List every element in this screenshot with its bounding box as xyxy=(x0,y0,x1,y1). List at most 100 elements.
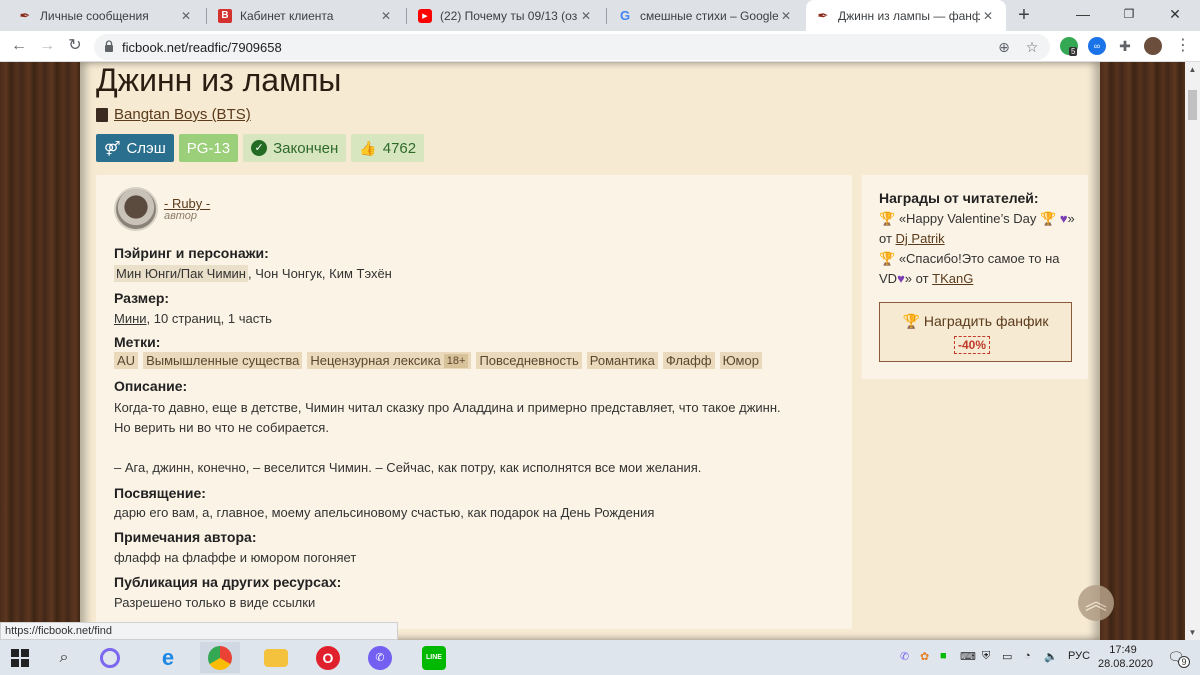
search-icon[interactable]: ⌕ xyxy=(44,642,84,673)
author-avatar[interactable] xyxy=(114,187,158,231)
notification-count: 9 xyxy=(1178,656,1190,668)
opera-icon[interactable]: O xyxy=(308,642,348,673)
scroll-up-arrow-icon[interactable]: ▲ xyxy=(1185,62,1200,77)
direction-label: Слэш xyxy=(126,139,166,157)
tab-title: смешные стихи – Google Пои xyxy=(640,8,778,23)
tab-messages[interactable]: ✒ Личные сообщения ✕ xyxy=(8,0,204,31)
dedication-heading: Посвящение: xyxy=(114,485,206,501)
fandom-link[interactable]: Bangtan Boys (BTS) xyxy=(114,106,251,123)
tag[interactable]: Повседневность xyxy=(476,352,582,369)
award-item: 🏆 «Спасибо!Это самое то на VD♥» от TKanG xyxy=(879,249,1079,289)
fic-info-card: - Ruby - автор Пэйринг и персонажи: Мин … xyxy=(96,175,852,629)
viber-tray-icon[interactable]: ✆ xyxy=(900,650,909,663)
action-center-icon[interactable]: 🗨 9 xyxy=(1156,642,1196,673)
security-tray-icon[interactable]: ⛨ xyxy=(982,650,990,663)
cortana-icon[interactable] xyxy=(90,642,130,673)
reload-icon[interactable]: ↻ xyxy=(64,35,86,57)
keyboard-tray-icon[interactable]: ⌨ xyxy=(960,650,976,663)
system-clock[interactable]: 17:49 28.08.2020 xyxy=(1098,643,1153,671)
close-icon[interactable]: ✕ xyxy=(378,9,394,23)
close-icon[interactable]: ✕ xyxy=(980,9,996,23)
scrollbar-thumb[interactable] xyxy=(1188,90,1197,120)
close-icon[interactable]: ✕ xyxy=(778,9,794,23)
clock-time: 17:49 xyxy=(1109,644,1137,656)
tag[interactable]: Флафф xyxy=(662,352,715,369)
award-emoji-icon: 🏆 xyxy=(1040,211,1057,226)
vertical-scrollbar[interactable]: ▲ ▼ xyxy=(1185,62,1200,640)
tab-client-cabinet[interactable]: B Кабинет клиента ✕ xyxy=(208,0,404,31)
awards-heading: Награды от читателей: xyxy=(879,190,1039,206)
award-fic-button[interactable]: 🏆 Наградить фанфик -40% xyxy=(879,302,1072,362)
description-heading: Описание: xyxy=(114,378,188,394)
close-window-button[interactable]: ✕ xyxy=(1152,0,1198,31)
windows-taskbar: ⌕ e O ✆ LINE ✆ ✿ ■ ⌨ ⛨ ▭ ◔ 🔈 РУС 17:49 2… xyxy=(0,640,1200,675)
extensions-puzzle-icon[interactable]: ✚ xyxy=(1116,37,1134,55)
book-icon xyxy=(96,107,108,122)
pairing-rest: , Чон Чонгук, Ким Тэхён xyxy=(248,266,392,281)
windows-start-icon[interactable] xyxy=(0,642,40,673)
pairing-text: Мин Юнги/Пак Чимин, Чон Чонгук, Ким Тэхё… xyxy=(114,265,392,282)
language-indicator[interactable]: РУС xyxy=(1068,650,1090,662)
volume-tray-icon[interactable]: 🔈 xyxy=(1044,650,1058,663)
edge-icon[interactable]: e xyxy=(148,642,188,673)
menu-dots-icon[interactable]: ⋮ xyxy=(1172,35,1194,57)
scroll-down-arrow-icon[interactable]: ▼ xyxy=(1185,625,1200,640)
tag[interactable]: AU xyxy=(114,352,139,369)
size-link[interactable]: Мини xyxy=(114,311,147,326)
award-user-link[interactable]: Dj Patrik xyxy=(896,231,945,246)
forward-arrow-icon[interactable]: → xyxy=(36,35,58,57)
restore-button[interactable]: ❐ xyxy=(1106,0,1152,31)
quill-icon: ✒ xyxy=(817,7,829,23)
battery-tray-icon[interactable]: ▭ xyxy=(1002,650,1012,663)
add-site-icon[interactable]: ⊕ xyxy=(994,37,1014,57)
tag[interactable]: Романтика xyxy=(586,352,658,369)
network-tray-icon[interactable]: ◔ xyxy=(1024,650,1031,662)
tab-google[interactable]: G смешные стихи – Google Пои ✕ xyxy=(608,0,804,31)
awards-card: Награды от читателей: 🏆 «Happy Valentine… xyxy=(862,175,1088,379)
size-rest: , 10 страниц, 1 часть xyxy=(146,311,272,326)
chrome-icon[interactable] xyxy=(200,642,240,673)
likes-badge[interactable]: 👍 4762 xyxy=(351,134,425,162)
tab-separator xyxy=(406,8,407,24)
pairing-main-link[interactable]: Мин Юнги/Пак Чимин xyxy=(114,265,248,282)
new-tab-button[interactable]: + xyxy=(1012,4,1036,28)
fandom-line: Bangtan Boys (BTS) xyxy=(96,106,251,123)
size-text: Мини, 10 страниц, 1 часть xyxy=(114,311,272,326)
extension-shield-icon[interactable]: 5 xyxy=(1060,37,1078,56)
award-item: 🏆 «Happy Valentine’s Day 🏆 ♥» от Dj Patr… xyxy=(879,209,1079,249)
rating-label: PG-13 xyxy=(186,139,231,157)
bookmark-star-icon[interactable]: ☆ xyxy=(1022,37,1042,57)
slash-gender-icon: ⚤ xyxy=(104,139,121,156)
address-bar[interactable]: ficbook.net/readfic/7909658 ⊕ ☆ xyxy=(94,34,1050,60)
tray-app-icon[interactable]: ✿ xyxy=(920,650,929,663)
tab-youtube[interactable]: ▶ (22) Почему ты 09/13 (озвучк ✕ xyxy=(408,0,604,31)
minimize-button[interactable]: — xyxy=(1060,0,1106,31)
viber-icon[interactable]: ✆ xyxy=(360,642,400,673)
tab-ficbook-active[interactable]: ✒ Джинн из лампы — фанфик п ✕ xyxy=(806,0,1006,31)
wood-border-right xyxy=(1100,62,1185,640)
tags-heading: Метки: xyxy=(114,334,161,350)
tags-list: AU Вымышленные существа Нецензурная лекс… xyxy=(114,352,762,369)
author-name-link[interactable]: - Ruby - xyxy=(164,196,210,211)
close-icon[interactable]: ✕ xyxy=(578,9,594,23)
infinity-extension-icon[interactable]: ∞ xyxy=(1088,37,1106,55)
back-arrow-icon[interactable]: ← xyxy=(8,35,30,57)
direction-badge[interactable]: ⚤ Слэш xyxy=(96,134,174,162)
fic-badges: ⚤ Слэш PG-13 ✓ Закончен 👍 4762 xyxy=(96,134,425,162)
rating-badge[interactable]: PG-13 xyxy=(178,134,239,162)
page-viewport: Джинн из лампы Bangtan Boys (BTS) ⚤ Слэш… xyxy=(0,62,1185,640)
tag-with-age[interactable]: Нецензурная лексика 18+ xyxy=(307,352,472,369)
file-explorer-icon[interactable] xyxy=(256,642,296,673)
tag[interactable]: Юмор xyxy=(719,352,762,369)
profile-avatar[interactable] xyxy=(1144,37,1162,55)
line-tray-icon[interactable]: ■ xyxy=(940,650,947,662)
thumbs-up-icon: 👍 xyxy=(359,139,377,156)
line-icon[interactable]: LINE xyxy=(414,642,454,673)
award-user-link[interactable]: TKanG xyxy=(932,271,973,286)
youtube-icon: ▶ xyxy=(418,8,432,23)
dedication-text: дарю его вам, а, главное, моему апельсин… xyxy=(114,505,655,520)
tag[interactable]: Вымышленные существа xyxy=(143,352,303,369)
scroll-to-top-button[interactable]: ︽ xyxy=(1078,585,1114,621)
status-badge[interactable]: ✓ Закончен xyxy=(243,134,347,162)
close-icon[interactable]: ✕ xyxy=(178,9,194,23)
